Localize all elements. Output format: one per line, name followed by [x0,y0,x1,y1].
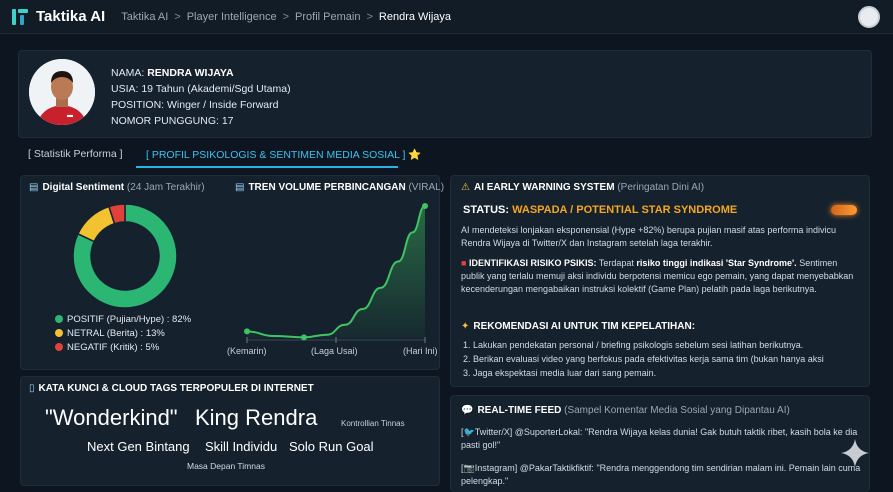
recommendation-item: 2. Berikan evaluasi video yang berfokus … [463,354,824,364]
early-warning-panel: ⚠ AI EARLY WARNING SYSTEM (Peringatan Din… [450,175,870,387]
player-photo-icon [29,59,95,125]
legend-dot-neutral [55,329,63,337]
status-value: WASPADA / POTENTIAL STAR SYNDROME [512,204,738,216]
detection-text: AI mendeteksi lonjakan eksponensial (Hyp… [461,225,836,248]
player-position: POSITION: Winger / Inside Forward [111,99,279,111]
keywords-title: ▯ KATA KUNCI & CLOUD TAGS TERPOPULER DI I… [29,383,314,394]
cloud-tag[interactable]: "Wonderkind" [45,405,178,431]
sentiment-title: ▤ Digital Sentiment (24 Jam Terakhir) [29,182,205,193]
player-photo [29,59,95,125]
cloud-tag[interactable]: Masa Depan Timnas [187,461,265,471]
risk-highlight: risiko tinggi indikasi 'Star Syndrome'. [636,258,797,268]
legend-dot-negative [55,343,63,351]
trend-area-chart [244,203,428,343]
legend-item-positive: POSITIF (Pujian/Hype) : 82% [55,313,191,327]
feed-item[interactable]: [📷Instagram] @PakarTaktikfiktif: "Rendra… [461,462,863,488]
user-avatar[interactable] [858,6,880,28]
feed-subtitle: (Sampel Komentar Media Sosial yang Dipan… [564,405,790,416]
top-bar: Taktika AI Taktika AI > Player Intellige… [0,0,893,34]
alert-icon: ■ [461,258,467,268]
recommendation-item: 3. Jaga ekspektasi media luar dari sang … [463,368,657,378]
feed-user: @PakarTaktikfiktif: [519,463,594,473]
player-age: USIA: 19 Tahun (Akademi/Sgd Utama) [111,83,291,95]
risk-title: IDENTIFIKASI RISIKO PSIKIS: [468,258,597,268]
player-name: RENDRA WIJAYA [147,67,234,79]
trend-point [244,328,250,335]
risk-intro: Terdapat [598,258,634,268]
app-name: Taktika AI [36,8,106,25]
player-profile-card: NAMA: RENDRA WIJAYA USIA: 19 Tahun (Akad… [18,50,872,138]
active-tab-indicator [136,166,398,168]
trend-x-label-kemarin: (Kemarin) [227,346,267,356]
trend-x-label-hari-ini: (Hari Ini) [403,346,438,356]
feed-source: Twitter/X] [474,427,513,437]
trend-x-label-laga-usai: (Laga Usai) [311,346,358,356]
realtime-feed-panel: 💬 REAL-TIME FEED (Sampel Komentar Media S… [450,395,870,492]
recommendation-item: 1. Lakukan pendekatan personal / briefin… [463,340,804,350]
breadcrumb-separator-icon: > [366,10,373,23]
feed-user: @SuporterLokal: [514,427,583,437]
cloud-tag[interactable]: Solo Run Goal [289,439,374,454]
breadcrumb: Taktika AI > Player Intelligence > Profi… [121,11,451,23]
risk-section: ■ IDENTIFIKASI RISIKO PSIKIS: Terdapat r… [461,257,861,296]
sentiment-subtitle: (24 Jam Terakhir) [126,182,205,193]
legend-item-neutral: NETRAL (Berita) : 13% [55,327,191,341]
trend-point [300,334,307,341]
recommendation-list: 1. Lakukan pendekatan personal / briefin… [463,338,861,380]
player-name-line: NAMA: RENDRA WIJAYA [111,65,291,81]
breadcrumb-item[interactable]: Taktika AI [121,11,168,23]
player-name-label: NAMA: [111,67,145,79]
app-logo[interactable]: Taktika AI [10,7,105,27]
trend-area-fill [247,206,425,338]
breadcrumb-item[interactable]: Profil Pemain [295,11,360,23]
lightbulb-icon: ✦ [461,321,470,332]
trend-subtitle: (VIRAL) [408,182,445,193]
warning-title: ⚠ AI EARLY WARNING SYSTEM (Peringatan Din… [461,182,705,193]
feed-source: Instagram] [474,463,518,473]
breadcrumb-current: Rendra Wijaya [378,10,452,23]
sentiment-panel: ▤ Digital Sentiment (24 Jam Terakhir) POS… [20,175,444,370]
keywords-panel: ▯ KATA KUNCI & CLOUD TAGS TERPOPULER DI I… [20,376,440,486]
cloud-tag[interactable]: Kontrollian Tinnas [341,419,405,428]
instagram-icon: 📷 [463,463,475,473]
donut-slice-neutral [76,205,116,243]
cloud-tag[interactable]: King Rendra [195,405,317,431]
feed-item[interactable]: [🐦Twitter/X] @SuporterLokal: "Rendra Wij… [461,426,863,452]
legend-item-negative: NEGATIF (Kritik) : 5% [55,341,191,355]
taktika-logo-icon [12,8,28,25]
sentiment-donut-chart [72,203,178,309]
player-info: NAMA: RENDRA WIJAYA USIA: 19 Tahun (Akad… [111,65,291,129]
status-label: STATUS: [463,204,510,216]
sparkle-icon[interactable] [840,438,870,468]
tab-profil-psikologis[interactable]: [ PROFIL PSIKOLOGIS & SENTIMEN MEDIA SOS… [146,148,421,161]
sentiment-legend: POSITIF (Pujian/Hype) : 82% NETRAL (Beri… [55,313,191,355]
feed-title: 💬 REAL-TIME FEED (Sampel Komentar Media S… [461,405,790,416]
trend-title: ▤ TREN VOLUME PERBINCANGAN (VIRAL) [235,182,445,193]
breadcrumb-separator-icon: > [174,10,181,23]
warning-subtitle: (Peringatan Dini AI) [617,182,705,193]
trend-chart-icon: ▤ [235,182,245,193]
cloud-tag[interactable]: Skill Individu [205,439,277,454]
breadcrumb-item[interactable]: Player Intelligence [187,11,277,23]
chart-icon: ▤ [29,182,39,193]
warning-status: STATUS: WASPADA / POTENTIAL STAR SYNDROM… [463,204,737,216]
warning-icon: ⚠ [461,182,470,193]
cloud-tag[interactable]: Next Gen Bintang [87,439,190,454]
alert-indicator-toggle[interactable] [831,205,857,215]
twitter-icon: 🐦 [463,427,475,437]
trend-point [422,203,428,209]
chat-icon: 💬 [461,405,474,416]
phone-icon: ▯ [29,383,35,394]
recommendation-title: ✦ REKOMENDASI AI UNTUK TIM KEPELATIHAN: [461,321,696,332]
tab-statistik-performa[interactable]: [ Statistik Performa ] [28,148,123,160]
profile-tabs: [ Statistik Performa ] [ PROFIL PSIKOLOG… [18,146,872,168]
legend-dot-positive [55,315,63,323]
player-number: NOMOR PUNGGUNG: 17 [111,115,234,127]
breadcrumb-separator-icon: > [282,10,290,23]
